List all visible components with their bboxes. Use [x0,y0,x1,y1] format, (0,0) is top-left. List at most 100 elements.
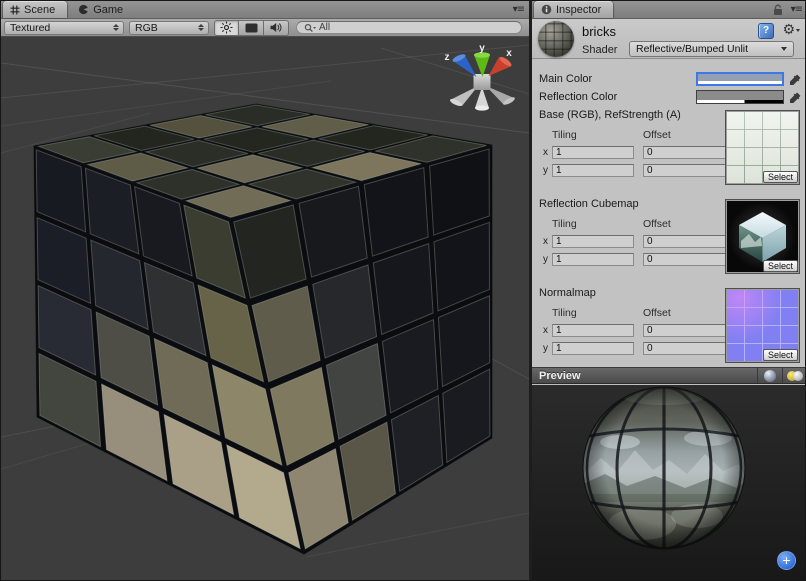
scene-panel-menu-icon[interactable]: ▾≡ [513,5,524,15]
game-icon [78,4,89,15]
updown-arrows-icon [113,24,119,31]
color-mode-value: RGB [135,22,158,34]
info-icon [541,4,552,15]
sun-icon [220,21,233,34]
search-icon [304,23,316,33]
x-axis-label: x [543,147,548,158]
preview-mesh-button[interactable] [757,368,782,383]
cube-mesh[interactable] [34,104,492,554]
tab-inspector[interactable]: Inspector [534,1,613,18]
sphere-icon [764,370,776,382]
scene-gizmo[interactable]: y x z [445,43,516,111]
light-off-icon [793,371,803,381]
preview-title: Preview [539,370,581,382]
scene-3d-view[interactable]: y x z [1,37,529,581]
normalmap-tiling-offset: Tiling Offset x y [539,305,721,356]
cubemap-texture-thumbnail[interactable]: Select [725,199,800,274]
main-color-swatch[interactable] [696,72,784,86]
base-tiling-x-input[interactable] [552,146,634,159]
cubemap-offset-x-input[interactable] [643,235,727,248]
color-mode-dropdown[interactable]: RGB [129,21,209,35]
scene-viewport[interactable]: y x z [1,37,529,581]
x-axis-label: x [543,236,548,247]
base-texture-label: Base (RGB), RefStrength (A) [539,109,721,126]
gizmo-y-cone[interactable] [474,55,490,77]
reflection-color-label: Reflection Color [539,91,696,103]
normalmap-tiling-y-input[interactable] [552,342,634,355]
gizmo-neg-y-cap [475,105,489,110]
base-offset-y-input[interactable] [643,164,727,177]
skybox-toggle-button[interactable] [239,20,264,36]
normalmap-select-button[interactable]: Select [763,349,798,361]
help-icon[interactable]: ? [758,23,774,39]
cubemap-texture-property: Reflection Cubemap Tiling Offset x y [539,198,803,278]
grid-icon [10,5,20,15]
cubemap-offset-y-input[interactable] [643,253,727,266]
add-button[interactable]: + [777,551,796,570]
audio-toggle-button[interactable] [264,20,289,36]
reflection-color-alpha-bar [697,100,783,103]
base-texture-thumbnail[interactable]: Select [725,110,800,185]
tiling-header: Tiling [552,129,634,141]
render-mode-value: Textured [10,22,50,34]
scene-search-input[interactable]: All [296,21,522,34]
normalmap-texture-thumbnail[interactable]: Select [725,288,800,363]
cubemap-tiling-y-input[interactable] [552,253,634,266]
base-select-button[interactable]: Select [763,171,798,183]
scene-panel: Scene Game ▾≡ Textured RGB [1,1,529,581]
material-header: bricks Shader Reflective/Bumped Unlit ? … [532,19,806,59]
eyedropper-icon[interactable] [789,73,802,86]
normalmap-offset-y-input[interactable] [643,342,727,355]
unity-editor-window: Scene Game ▾≡ Textured RGB [0,0,806,581]
cubemap-select-button[interactable]: Select [763,260,798,272]
gear-caret-icon [796,29,800,32]
tab-inspector-label: Inspector [556,4,601,16]
tab-scene[interactable]: Scene [3,1,67,18]
tab-game[interactable]: Game [71,1,135,18]
gizmo-x-label: x [506,48,512,59]
lock-icon[interactable] [773,4,784,16]
preview-viewport[interactable]: + [532,385,806,581]
offset-header: Offset [643,218,727,230]
shader-label: Shader [582,44,617,56]
scene-tabbar: Scene Game ▾≡ [1,1,529,19]
tiling-header: Tiling [552,218,634,230]
shader-value: Reflective/Bumped Unlit [636,43,748,55]
search-value: All [319,22,330,33]
gear-icon[interactable]: ⚙ [782,22,800,38]
offset-header: Offset [643,129,727,141]
x-axis-label: x [543,325,548,336]
cubemap-tiling-offset: Tiling Offset x y [539,216,721,267]
preview-panel: Preview [532,367,806,581]
y-axis-label: y [543,254,548,265]
lighting-toggle-button[interactable] [214,20,239,36]
base-tiling-offset: Tiling Offset x y [539,127,721,178]
normalmap-tiling-x-input[interactable] [552,324,634,337]
gizmo-neg-y-cone[interactable] [475,87,489,108]
base-tiling-y-input[interactable] [552,164,634,177]
cubemap-tiling-x-input[interactable] [552,235,634,248]
base-texture-property: Base (RGB), RefStrength (A) Tiling Offse… [539,109,803,189]
tab-game-label: Game [93,4,123,16]
material-properties: Main Color Reflection Color Base (RGB), … [532,59,806,367]
shader-dropdown[interactable]: Reflective/Bumped Unlit [629,41,794,57]
updown-arrows-icon [198,24,204,31]
normalmap-offset-x-input[interactable] [643,324,727,337]
material-preview-sphere[interactable] [532,385,806,566]
reflection-color-row: Reflection Color [539,90,803,104]
inspector-panel: Inspector ▾≡ bricks Shader Reflective/Bu… [532,1,806,581]
cubemap-texture-label: Reflection Cubemap [539,198,721,215]
main-color-alpha-bar [698,81,782,84]
preview-light-button[interactable] [782,368,806,383]
base-offset-x-input[interactable] [643,146,727,159]
eyedropper-icon[interactable] [789,91,802,104]
gizmo-y-label: y [479,43,485,54]
offset-header: Offset [643,307,727,319]
main-color-label: Main Color [539,73,696,85]
reflection-color-swatch[interactable] [696,90,784,104]
chevron-down-icon [781,47,787,51]
normalmap-texture-label: Normalmap [539,287,721,304]
render-mode-dropdown[interactable]: Textured [4,21,124,35]
preview-header[interactable]: Preview [532,367,806,384]
inspector-menu-icon[interactable]: ▾≡ [791,5,802,15]
